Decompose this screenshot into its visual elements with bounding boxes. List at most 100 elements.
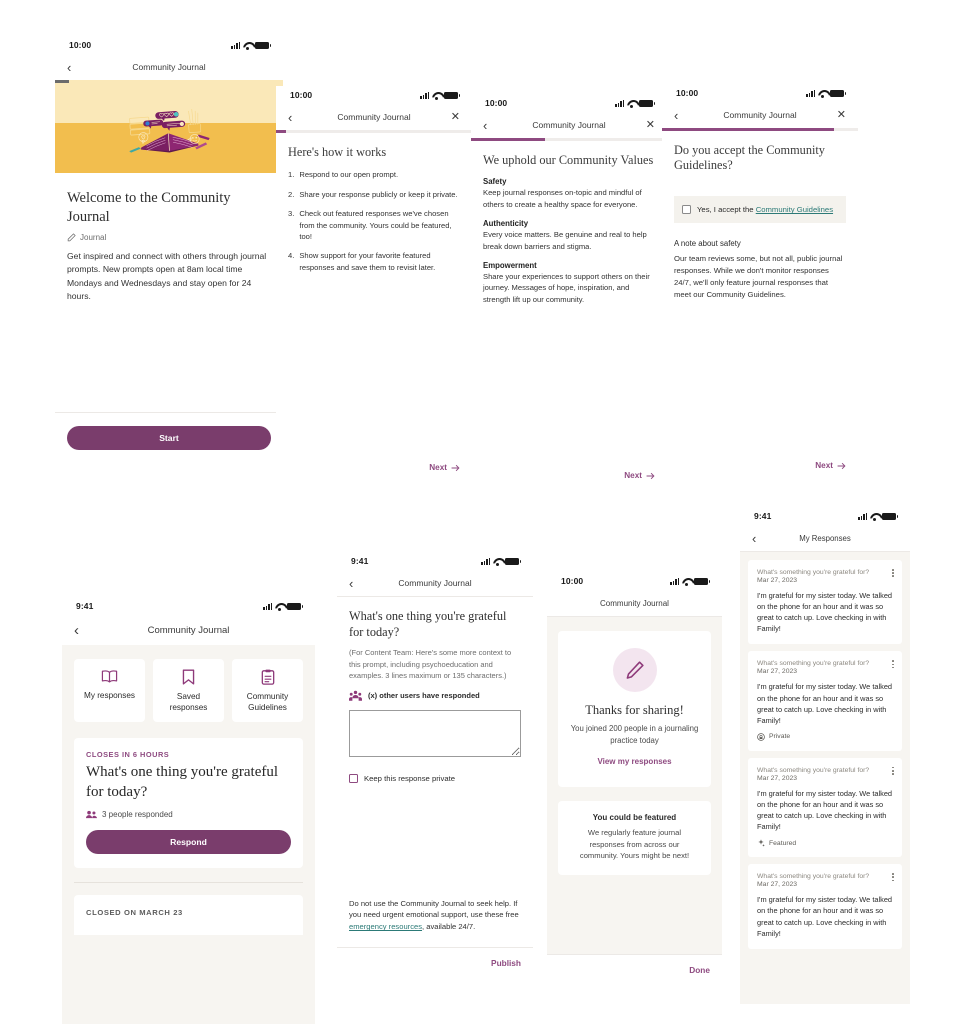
status-time: 10:00 [485,98,508,108]
battery-icon [287,602,303,610]
community-guidelines-link[interactable]: Community Guidelines [756,205,833,214]
close-icon[interactable]: ✕ [646,119,655,131]
cellular-signal-icon [481,557,490,565]
keep-private-checkbox[interactable] [349,774,358,784]
progress-fill [276,130,286,133]
thanks-title: Thanks for sharing! [585,703,684,717]
status-time: 9:41 [351,556,369,566]
response-question: What's something you're grateful for? [757,873,870,881]
list-item[interactable]: What's something you're grateful for? Ma… [748,560,902,645]
list-item: 4. Show support for your favorite featur… [288,250,460,273]
emergency-resources-link[interactable]: emergency resources [349,922,422,931]
back-icon[interactable]: ‹ [74,623,79,638]
closed-prompt-card[interactable]: CLOSED ON MARCH 23 [74,895,303,936]
more-options-icon[interactable] [892,766,894,775]
next-label: Next [624,471,642,480]
page-title: Community Journal [337,112,411,122]
back-icon[interactable]: ‹ [752,532,756,545]
tile-label: Saved responses [169,692,208,712]
responded-label: 3 people responded [102,810,173,820]
response-question: What's something you're grateful for? [757,569,870,576]
value-block: Empowerment Share your experiences to su… [483,261,655,305]
publish-button[interactable]: Publish [491,958,521,968]
featured-title: You could be featured [592,813,677,823]
back-icon[interactable]: ‹ [349,577,353,590]
back-icon[interactable]: ‹ [674,109,678,122]
status-bar: 10:00 [547,572,722,590]
response-tag: Featured [757,839,893,847]
screen-how-it-works: 10:00 ‹ Community Journal ✕ Here's how i… [276,86,472,486]
response-date: Mar 27, 2023 [757,668,798,676]
hero-illustration [55,80,283,173]
prompt-context: (For Content Team: Here's some more cont… [349,648,512,680]
start-button[interactable]: Start [67,426,271,450]
page-title: Community Journal [147,624,230,636]
next-button[interactable]: Next [815,461,846,470]
tile-my-responses[interactable]: My responses [74,659,145,723]
list-number: 1. [288,170,295,180]
response-textarea[interactable] [349,710,521,758]
status-icons [670,577,710,586]
header-area: 10:00 Community Journal [547,572,722,617]
tile-community-guidelines[interactable]: Community Guidelines [232,659,303,723]
back-icon[interactable]: ‹ [288,111,292,124]
battery-icon [255,41,271,49]
next-row: Next [429,463,460,472]
battery-icon [830,89,846,97]
status-time: 10:00 [290,90,313,100]
list-text: Share your response publicly or keep it … [299,189,458,199]
done-button[interactable]: Done [689,965,710,975]
status-icons [231,41,271,50]
nav-bar: ‹ Community Journal ✕ [662,102,858,128]
cellular-signal-icon [420,91,429,99]
view-my-responses-link[interactable]: View my responses [597,757,671,766]
status-bar: 9:41 [740,507,910,525]
welcome-body: Welcome to the Community Journal Journal… [55,173,283,303]
safety-note-heading: A note about safety [674,239,741,249]
safety-note-text: Our team reviews some, but not all, publ… [674,254,843,300]
section-heading: Here's how it works [288,144,387,159]
responders-row: (x) other users have responded [349,690,521,701]
back-icon[interactable]: ‹ [483,119,487,132]
battery-icon [444,91,460,99]
list-item[interactable]: What's something you're grateful for? Ma… [748,651,902,751]
accept-checkbox[interactable] [682,205,691,215]
screen-welcome: 10:00 ‹ Community Journal Welcome to the… [55,36,283,468]
next-button[interactable]: Next [429,463,460,472]
tile-saved-responses[interactable]: Saved responses [153,659,224,723]
bottom-action-bar: Publish [337,947,533,977]
list-item: 1. Respond to our open prompt. [288,169,460,180]
list-item[interactable]: What's something you're grateful for? Ma… [748,757,902,858]
response-body: I'm grateful for my sister today. We tal… [757,682,893,725]
keep-private-row[interactable]: Keep this response private [349,774,521,784]
screen-community-values: 10:00 ‹ Community Journal ✕ We uphold ou… [471,94,667,494]
close-icon[interactable]: ✕ [837,109,846,121]
status-time: 10:00 [561,576,584,586]
wifi-icon [627,100,636,108]
clipboard-icon [261,669,275,685]
status-icons [615,99,655,108]
respond-button[interactable]: Respond [86,830,291,855]
people-icon [86,810,97,819]
prompt-title: What's one thing you're grateful for tod… [349,609,507,640]
screen-accept-guidelines: 10:00 ‹ Community Journal ✕ Do you accep… [662,84,858,484]
next-button[interactable]: Next [624,471,655,480]
list-item[interactable]: What's something you're grateful for? Ma… [748,864,902,949]
more-options-icon[interactable] [892,660,894,669]
close-icon[interactable]: ✕ [451,111,460,123]
value-text: Every voice matters. Be genuine and real… [483,230,647,251]
featured-text: We regularly feature journal responses f… [579,828,690,861]
cellular-signal-icon [806,89,815,97]
footer-divider [55,412,283,413]
back-icon[interactable]: ‹ [67,61,71,74]
accept-prefix: Yes, I accept the [697,205,756,215]
list-item: 2. Share your response publicly or keep … [288,189,460,200]
value-title: Authenticity [483,219,529,229]
accept-guidelines-row[interactable]: Yes, I accept the Community Guidelines [674,196,846,224]
list-number: 3. [288,209,295,219]
value-block: Safety Keep journal responses on-topic a… [483,177,655,210]
more-options-icon[interactable] [892,873,894,882]
more-options-icon[interactable] [892,569,894,577]
response-body: I'm grateful for my sister today. We tal… [757,788,893,832]
welcome-meta-label: Journal [80,233,107,243]
